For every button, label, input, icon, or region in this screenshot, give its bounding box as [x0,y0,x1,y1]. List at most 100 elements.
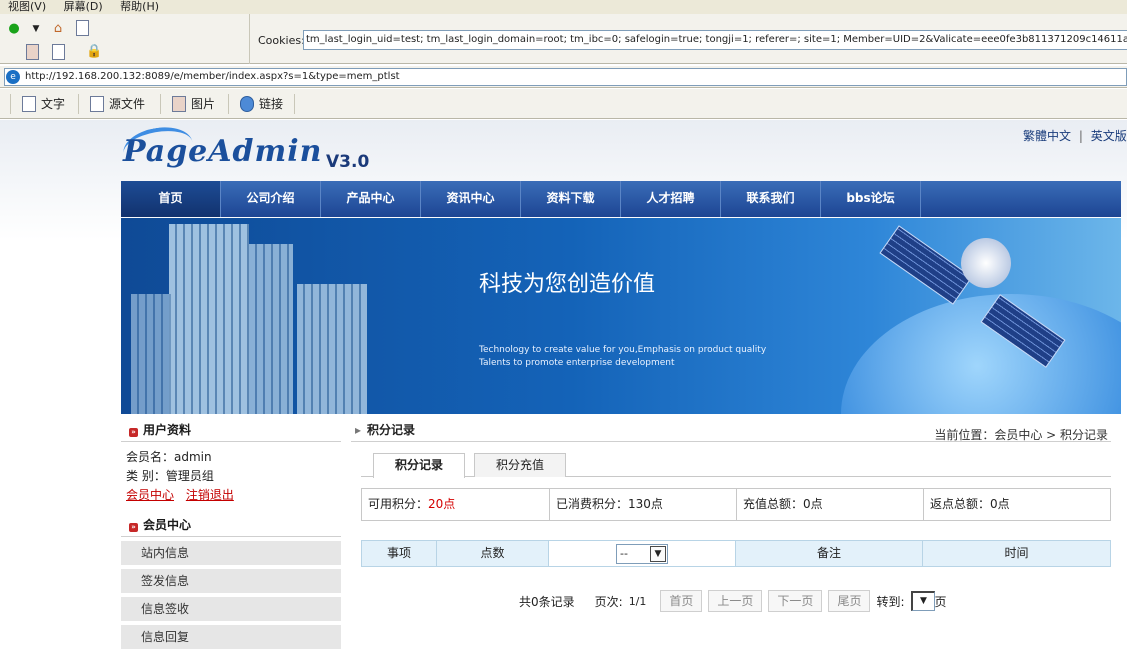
sidebar-item-inbox[interactable]: 站内信息 [121,541,341,565]
column-points: 点数 [437,541,549,566]
page-title: ▸ 积分记录 当前位置：会员中心 > 积分记录 [351,418,1111,442]
recharge-total: 充值总额：0点 [737,489,924,520]
member-center-link[interactable]: 会员中心 [126,488,174,502]
satellite-dish [961,238,1011,288]
address-bar: http://192.168.200.132:8089/e/member/ind… [0,66,1127,88]
link-button[interactable]: 链接 [240,94,283,114]
page-label: 页次: [594,594,623,609]
satellite-panel [879,225,973,305]
document-icon [22,96,36,112]
available-points: 可用积分：20点 [362,489,550,520]
logo-text: PageAdmin [123,134,323,169]
record-count: 共0条记录 [519,594,575,609]
page-suffix: 页 [934,594,947,609]
text-button[interactable]: 文字 [22,94,65,114]
prev-page-button[interactable]: 上一页 [708,590,763,612]
chevron-down-icon[interactable]: ▼ [28,21,44,37]
forward-icon[interactable]: ● [6,21,22,37]
browser-toolbar: ● ▼ ⌂ 🔒 Cookies: tm_last_login_uid=test;… [0,14,1127,64]
type-filter-value: -- [620,547,628,560]
source-icon [90,96,104,112]
link-button-label: 链接 [259,97,284,111]
page-icon[interactable] [76,20,89,36]
column-time: 时间 [1004,546,1029,560]
profile-heading-text: 用户资料 [143,423,192,437]
nav-bbs[interactable]: bbs论坛 [821,181,921,217]
toolbar-divider [294,94,295,114]
lang-english-link[interactable]: 英文版 [1091,129,1127,143]
tab-points-recharge[interactable]: 积分充值 [474,453,566,477]
building-graphic [249,244,293,414]
image-button-label: 图片 [191,97,216,111]
tab-points-record[interactable]: 积分记录 [373,453,465,478]
sidebar-item-receive[interactable]: 信息签收 [121,597,341,621]
sidebar-item-send[interactable]: 签发信息 [121,569,341,593]
home-icon[interactable]: ⌂ [50,21,66,37]
type-filter-select[interactable]: -- ▼ [616,544,668,564]
arrow-icon: ▸ [355,423,362,437]
building-graphic [169,224,249,414]
member-center-heading: » 会员中心 [121,513,341,537]
address-input[interactable]: http://192.168.200.132:8089/e/member/ind… [4,68,1127,86]
toolbar-divider [160,94,161,114]
building-graphic [297,284,367,414]
globe-icon [240,96,254,112]
copy-icon[interactable] [52,44,65,60]
column-remark: 备注 [736,541,923,566]
toolbar-divider [78,94,79,114]
site-logo[interactable]: PageAdmin V3.0 [120,122,383,178]
profile-info: 会员名：admin 类 别：管理员组 会员中心 注销退出 [121,442,341,511]
image-button[interactable]: 图片 [172,94,215,114]
goto-label: 转到: [876,594,905,609]
nav-jobs[interactable]: 人才招聘 [621,181,721,217]
language-links: 繁體中文 | 英文版 [1023,127,1127,144]
available-points-label: 可用积分： [368,497,429,511]
chevron-down-icon[interactable]: ▼ [915,594,933,609]
sidebar-item-reply[interactable]: 信息回复 [121,625,341,649]
menu-help[interactable]: 帮助(H) [120,0,159,13]
nav-products[interactable]: 产品中心 [321,181,421,217]
nav-news[interactable]: 资讯中心 [421,181,521,217]
tab-bar: 积分记录 积分充值 [361,453,1111,478]
web-page: PageAdmin V3.0 繁體中文 | 英文版 首页 公司介绍 产品中心 资… [0,120,1127,653]
nav-downloads[interactable]: 资料下载 [521,181,621,217]
ie-icon: e [6,70,20,84]
last-page-button[interactable]: 尾页 [828,590,871,612]
building-graphic [131,294,171,414]
logout-link[interactable]: 注销退出 [186,488,234,502]
picture-icon [172,96,186,112]
spent-points: 已消费积分：130点 [550,489,737,520]
column-item: 事项 [362,541,437,566]
arrow-bullet-icon: » [129,428,138,437]
group-line: 类 别：管理员组 [126,469,214,483]
menu-view[interactable]: 视图(V) [8,0,46,13]
text-button-label: 文字 [41,97,66,111]
cookie-label: Cookies: [258,34,305,47]
page-title-text: 积分记录 [367,423,416,437]
cookie-field[interactable]: tm_last_login_uid=test; tm_last_login_do… [303,30,1127,50]
lang-traditional-link[interactable]: 繁體中文 [1023,129,1071,143]
toolbar-divider [10,94,11,114]
menu-screen[interactable]: 屏幕(D) [64,0,103,13]
next-page-button[interactable]: 下一页 [768,590,823,612]
lock-icon[interactable]: 🔒 [86,44,102,60]
chevron-down-icon[interactable]: ▼ [650,546,666,562]
member-center-heading-text: 会员中心 [143,518,192,532]
banner: 科技为您创造价值 Technology to create value for … [121,218,1121,414]
image-icon[interactable] [26,44,39,60]
logo-version: V3.0 [326,152,370,172]
nav-about[interactable]: 公司介绍 [221,181,321,217]
source-button[interactable]: 源文件 [90,94,145,114]
banner-title: 科技为您创造价值 [479,272,656,297]
first-page-button[interactable]: 首页 [660,590,703,612]
nav-contact[interactable]: 联系我们 [721,181,821,217]
pagination: 共0条记录 页次: 1/1 首页 上一页 下一页 尾页 转到: ▼ 页 [519,590,947,612]
rebate-total: 返点总额：0点 [930,497,1010,511]
points-table-header: 事项 点数 -- ▼ 备注 时间 [361,540,1111,567]
lang-separator: | [1078,129,1083,143]
main-content: ▸ 积分记录 当前位置：会员中心 > 积分记录 积分记录 积分充值 可用积分：20… [351,418,1111,612]
globe-graphic [841,294,1121,414]
nav-home[interactable]: 首页 [121,181,221,217]
goto-page-select[interactable]: ▼ [910,591,935,611]
available-points-value: 20点 [428,497,456,511]
